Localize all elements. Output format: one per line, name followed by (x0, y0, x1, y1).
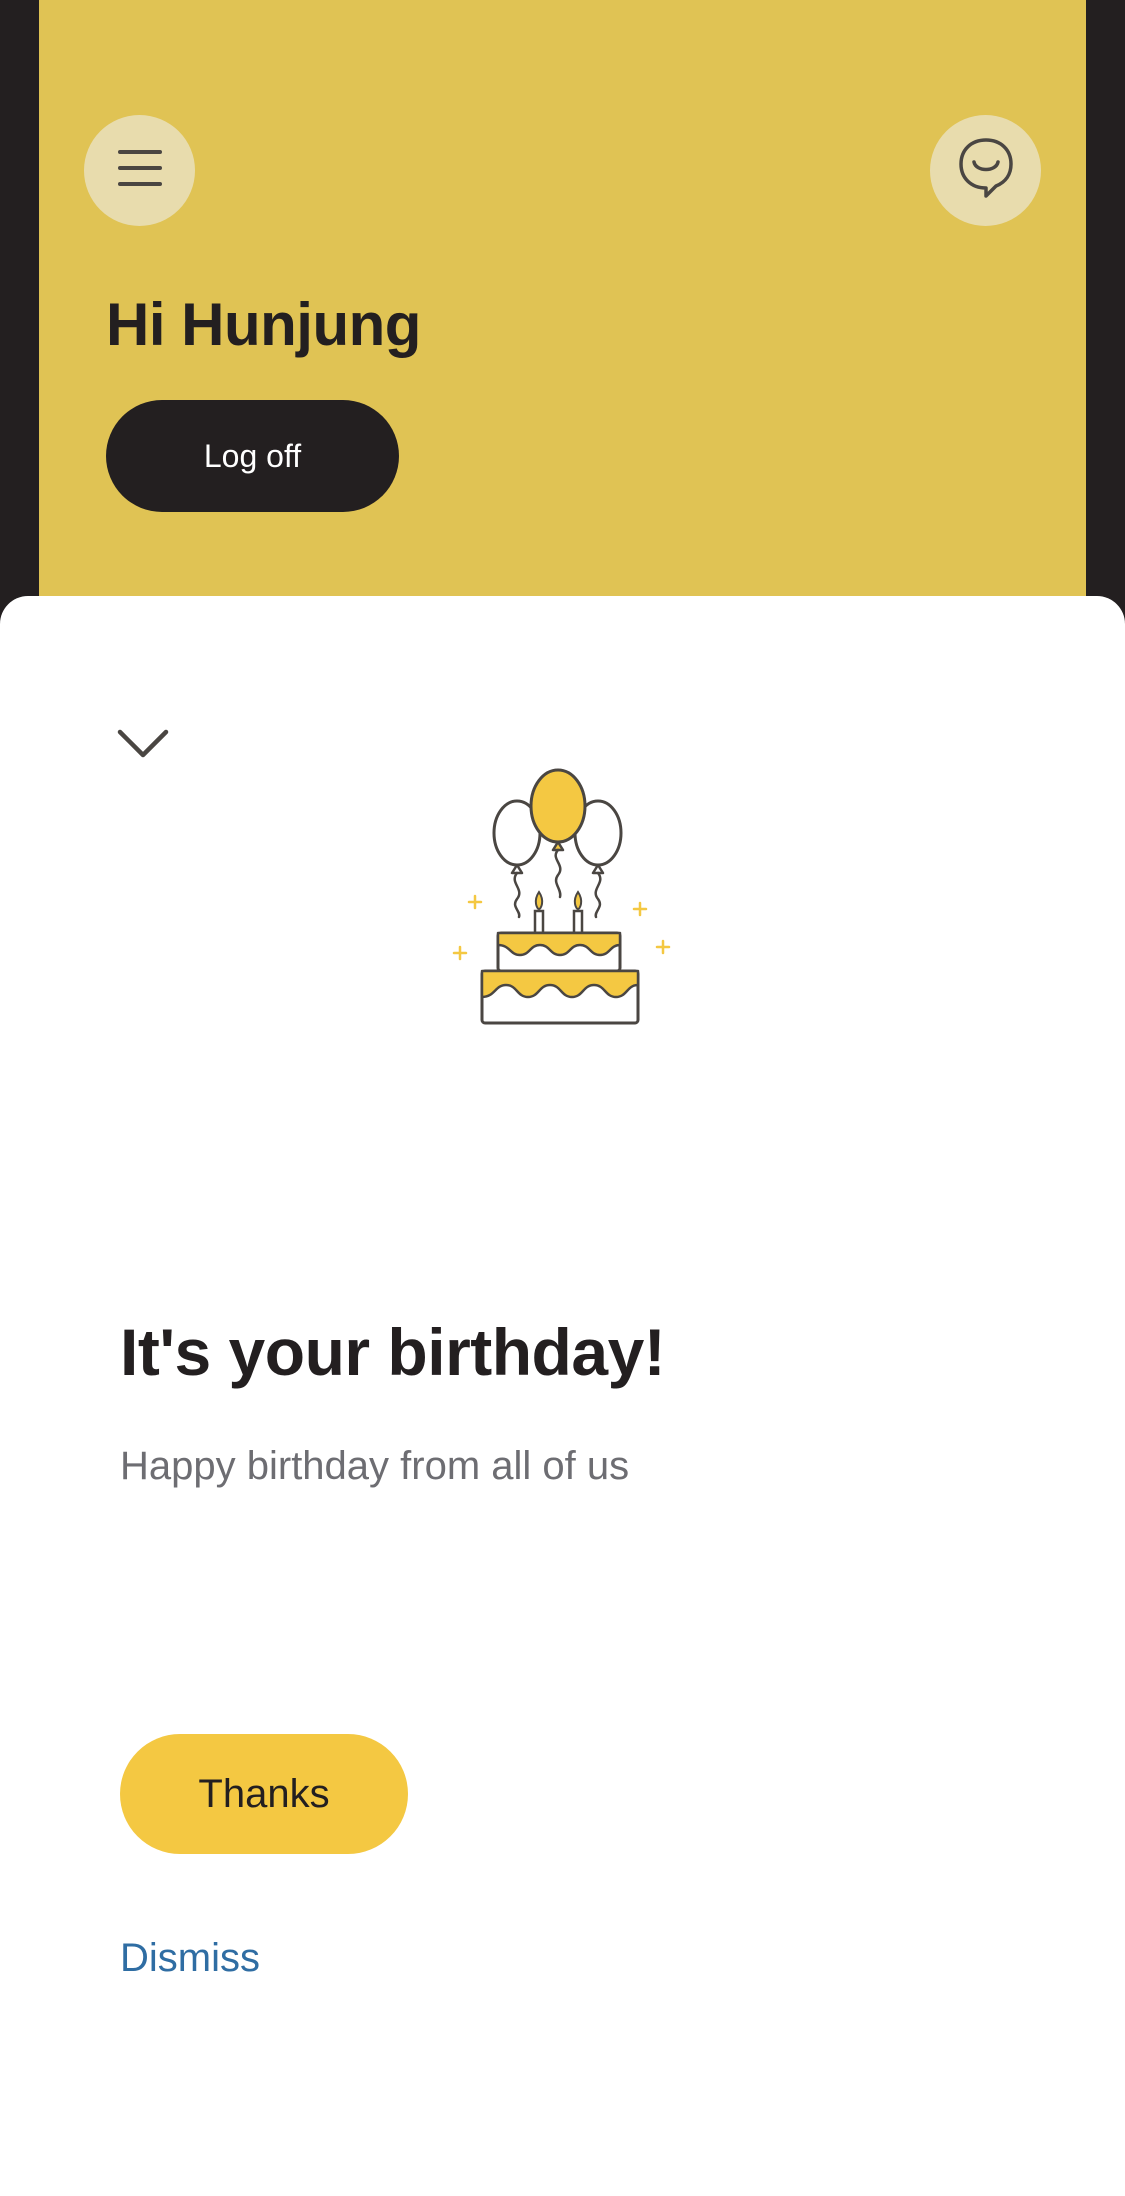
birthday-sheet: It's your birthday! Happy birthday from … (0, 596, 1125, 2196)
greeting-heading: Hi Hunjung (106, 291, 421, 358)
thanks-button[interactable]: Thanks (120, 1734, 408, 1854)
collapse-button[interactable] (113, 721, 173, 771)
chevron-down-icon (116, 728, 170, 765)
birthday-title: It's your birthday! (120, 1315, 666, 1389)
chat-button[interactable] (930, 115, 1041, 226)
dismiss-link[interactable]: Dismiss (120, 1936, 260, 1981)
birthday-subtitle: Happy birthday from all of us (120, 1444, 630, 1488)
header-card: Hi Hunjung Log off (39, 0, 1086, 620)
chat-bubble-smile-icon (956, 136, 1016, 205)
hamburger-menu-icon (116, 148, 164, 193)
log-off-button[interactable]: Log off (106, 400, 399, 512)
menu-button[interactable] (84, 115, 195, 226)
birthday-cake-balloons-illustration (445, 751, 685, 1051)
